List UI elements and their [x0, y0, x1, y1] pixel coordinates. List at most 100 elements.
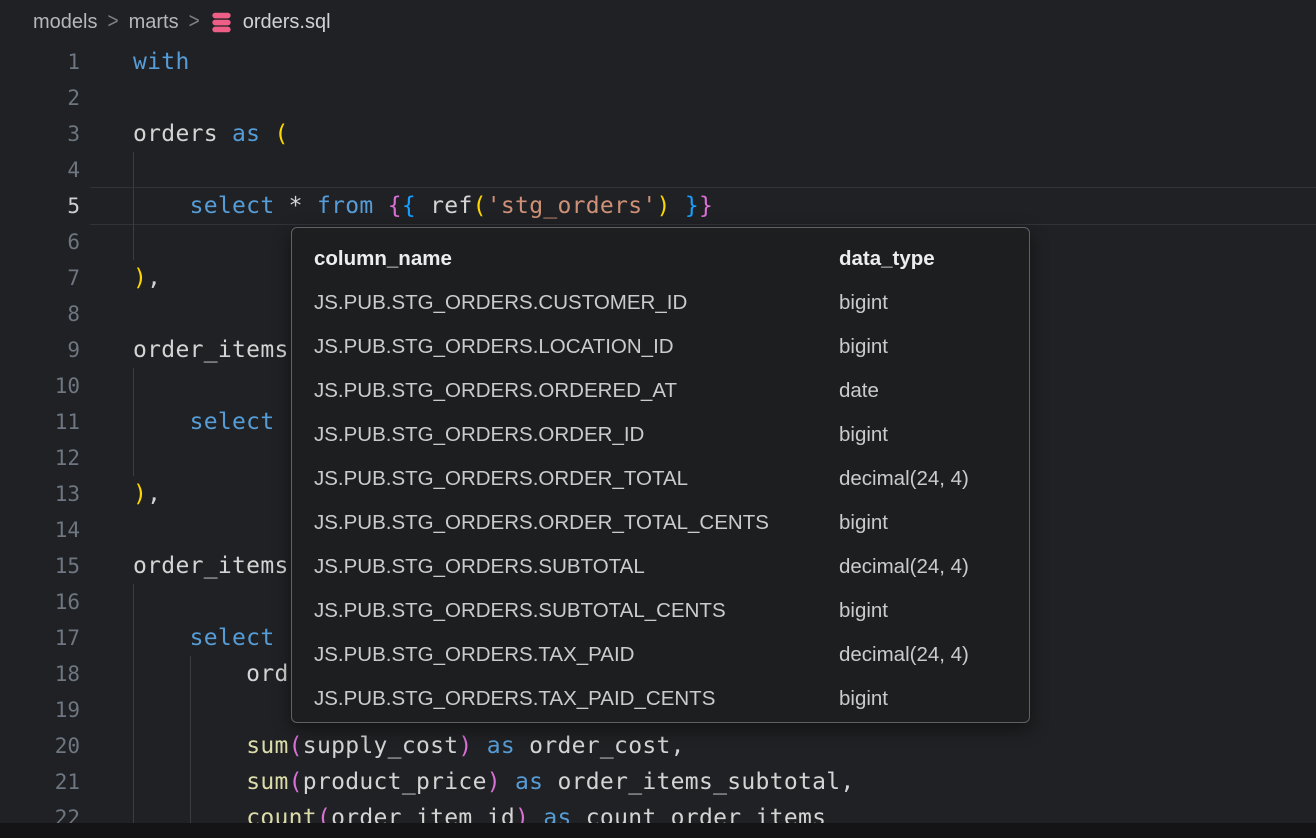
token-b2: ( — [289, 769, 303, 795]
line-number[interactable]: 3 — [0, 116, 80, 152]
breadcrumb-item-models[interactable]: models — [33, 11, 97, 34]
line-number[interactable]: 8 — [0, 296, 80, 332]
code-line-1[interactable]: 1with — [0, 44, 1316, 80]
line-number[interactable]: 17 — [0, 620, 80, 656]
line-number[interactable]: 2 — [0, 80, 80, 116]
indent-guide — [190, 692, 191, 728]
token-pl — [133, 625, 190, 651]
code-line-2[interactable]: 2 — [0, 80, 1316, 116]
column-name-cell: JS.PUB.STG_ORDERS.TAX_PAID — [314, 643, 839, 667]
token-st: 'stg_orders' — [487, 193, 657, 219]
breadcrumb-item-file[interactable]: orders.sql — [243, 11, 331, 34]
token-pl: order_cost, — [515, 733, 685, 759]
column-name-cell: JS.PUB.STG_ORDERS.ORDER_ID — [314, 423, 839, 447]
column-row: JS.PUB.STG_ORDERS.TAX_PAID_CENTSbigint — [314, 677, 1029, 721]
column-name-cell: JS.PUB.STG_ORDERS.ORDERED_AT — [314, 379, 839, 403]
code-line-content: select * from {{ ref('stg_orders') }} — [133, 188, 1316, 224]
column-row: JS.PUB.STG_ORDERS.ORDER_TOTALdecimal(24,… — [314, 457, 1029, 501]
code-line-3[interactable]: 3orders as ( — [0, 116, 1316, 152]
line-number[interactable]: 16 — [0, 584, 80, 620]
token-kw: as — [232, 121, 260, 147]
indent-guide — [133, 656, 134, 692]
code-line-content — [133, 80, 1316, 116]
code-line-4[interactable]: 4 — [0, 152, 1316, 188]
line-number[interactable]: 11 — [0, 404, 80, 440]
line-number[interactable]: 20 — [0, 728, 80, 764]
line-number[interactable]: 5 — [0, 188, 80, 224]
column-name-cell: JS.PUB.STG_ORDERS.LOCATION_ID — [314, 335, 839, 359]
token-b1: ) — [133, 265, 147, 291]
token-pl: , — [147, 481, 161, 507]
indent-guide — [133, 620, 134, 656]
token-b2: } — [699, 193, 713, 219]
indent-guide — [133, 188, 134, 224]
code-line-20[interactable]: 20 sum(supply_cost) as order_cost, — [0, 728, 1316, 764]
token-b2: ) — [458, 733, 472, 759]
indent-guide — [190, 728, 191, 764]
token-kw: as — [487, 733, 515, 759]
token-pl — [501, 769, 515, 795]
column-row: JS.PUB.STG_ORDERS.SUBTOTALdecimal(24, 4) — [314, 545, 1029, 589]
data-type-cell: bigint — [839, 687, 1029, 711]
code-line-21[interactable]: 21 sum(product_price) as order_items_sub… — [0, 764, 1316, 800]
token-pl — [260, 121, 274, 147]
column-name-cell: JS.PUB.STG_ORDERS.SUBTOTAL_CENTS — [314, 599, 839, 623]
token-b1: ( — [473, 193, 487, 219]
token-b3: } — [685, 193, 699, 219]
column-name-cell: JS.PUB.STG_ORDERS.CUSTOMER_ID — [314, 291, 839, 315]
line-number[interactable]: 18 — [0, 656, 80, 692]
line-number[interactable]: 1 — [0, 44, 80, 80]
token-pl — [133, 193, 190, 219]
indent-guide — [133, 224, 134, 260]
indent-guide — [133, 404, 134, 440]
code-line-content: sum(supply_cost) as order_cost, — [133, 728, 1316, 764]
token-pl — [671, 193, 685, 219]
line-number[interactable]: 19 — [0, 692, 80, 728]
code-line-5[interactable]: 5 select * from {{ ref('stg_orders') }} — [0, 188, 1316, 224]
column-row: JS.PUB.STG_ORDERS.ORDERED_ATdate — [314, 369, 1029, 413]
data-type-cell: bigint — [839, 335, 1029, 359]
code-line-content — [133, 152, 1316, 188]
line-number[interactable]: 21 — [0, 764, 80, 800]
token-fn: sum — [246, 733, 288, 759]
breadcrumb-item-marts[interactable]: marts — [129, 11, 179, 34]
line-number[interactable]: 14 — [0, 512, 80, 548]
indent-guide — [133, 368, 134, 404]
token-pl: order_items — [133, 553, 289, 579]
column-row: JS.PUB.STG_ORDERS.ORDER_TOTAL_CENTSbigin… — [314, 501, 1029, 545]
line-number[interactable]: 6 — [0, 224, 80, 260]
token-pl: * — [274, 193, 316, 219]
token-b2: ( — [289, 733, 303, 759]
indent-guide — [133, 152, 134, 188]
line-number[interactable]: 13 — [0, 476, 80, 512]
data-type-cell: decimal(24, 4) — [839, 643, 1029, 667]
breadcrumb: models > marts > orders.sql — [0, 0, 1316, 44]
indent-guide — [133, 692, 134, 728]
token-b1: ) — [657, 193, 671, 219]
line-number[interactable]: 10 — [0, 368, 80, 404]
token-b3: { — [402, 193, 416, 219]
database-icon — [209, 10, 234, 35]
token-pl: product_price — [303, 769, 487, 795]
indent-guide — [133, 584, 134, 620]
token-b2: ) — [487, 769, 501, 795]
data-type-cell: bigint — [839, 291, 1029, 315]
popup-header-column-name: column_name — [314, 247, 839, 271]
token-pl — [133, 409, 190, 435]
column-row: JS.PUB.STG_ORDERS.LOCATION_IDbigint — [314, 325, 1029, 369]
token-kw: select — [190, 625, 275, 651]
breadcrumb-separator: > — [107, 9, 118, 34]
column-name-cell: JS.PUB.STG_ORDERS.ORDER_TOTAL_CENTS — [314, 511, 839, 535]
column-info-popup: column_name data_type JS.PUB.STG_ORDERS.… — [291, 227, 1030, 723]
line-number[interactable]: 7 — [0, 260, 80, 296]
indent-guide — [133, 440, 134, 476]
line-number[interactable]: 4 — [0, 152, 80, 188]
line-number[interactable]: 9 — [0, 332, 80, 368]
line-number[interactable]: 12 — [0, 440, 80, 476]
token-kw: as — [515, 769, 543, 795]
line-number[interactable]: 15 — [0, 548, 80, 584]
column-name-cell: JS.PUB.STG_ORDERS.SUBTOTAL — [314, 555, 839, 579]
column-row: JS.PUB.STG_ORDERS.TAX_PAIDdecimal(24, 4) — [314, 633, 1029, 677]
code-line-content: sum(product_price) as order_items_subtot… — [133, 764, 1316, 800]
column-row: JS.PUB.STG_ORDERS.ORDER_IDbigint — [314, 413, 1029, 457]
